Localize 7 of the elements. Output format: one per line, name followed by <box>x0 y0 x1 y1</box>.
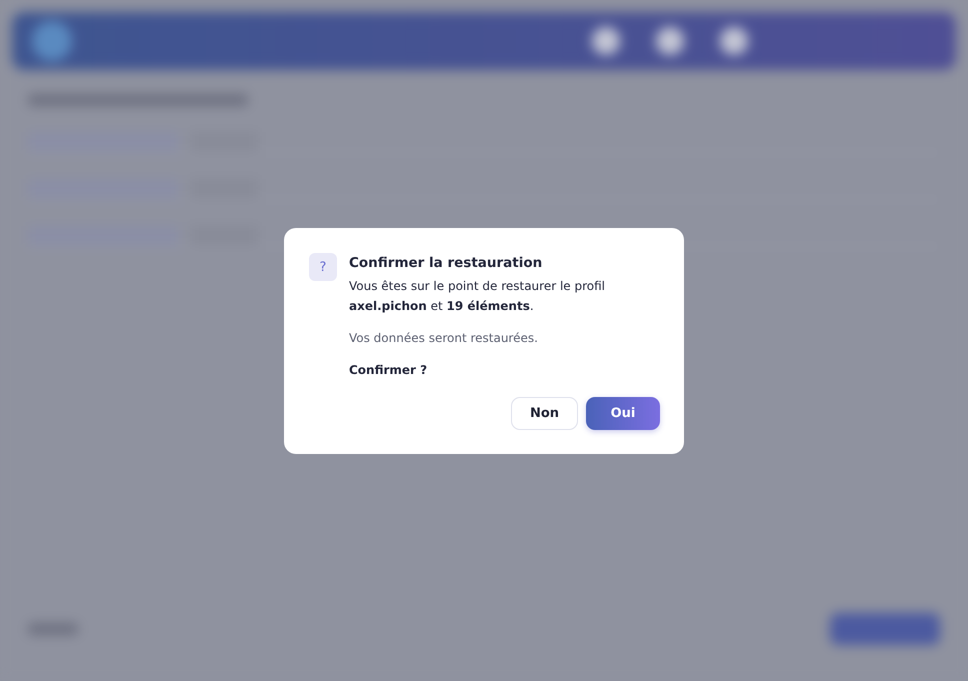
question-icon: ? <box>309 253 337 281</box>
dialog-note: Vos données seront restaurées. <box>349 330 539 347</box>
confirm-button[interactable]: Oui <box>586 397 660 430</box>
confirm-question: Confirmer ? <box>349 362 428 379</box>
cancel-button[interactable]: Non <box>511 397 578 430</box>
dialog-title: Confirmer la restauration <box>349 254 544 272</box>
dialog-message: Vous êtes sur le point de restaurer le profil axel.pichon et 19 éléments. <box>349 278 606 315</box>
